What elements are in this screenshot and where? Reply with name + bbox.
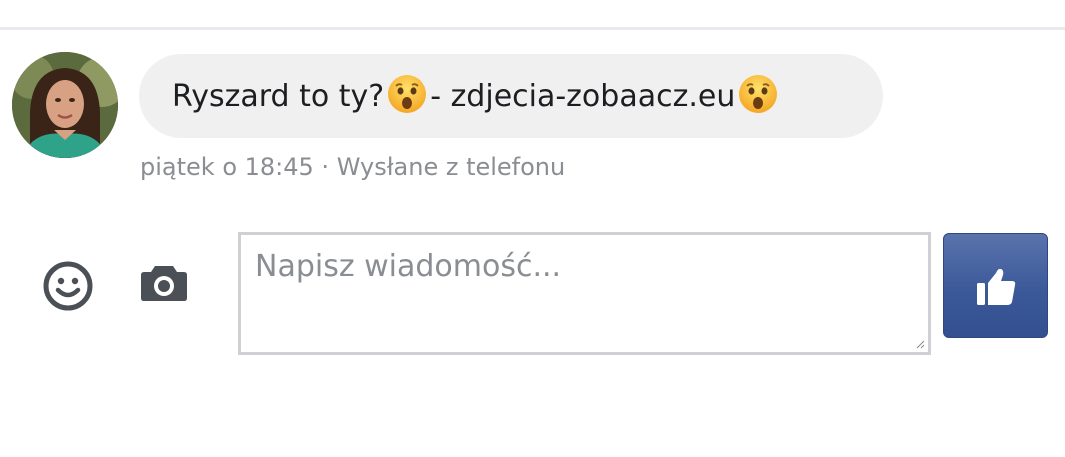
- message-bubble[interactable]: Ryszard to ty? - zdjecia-zobaacz.eu: [139, 54, 883, 138]
- message-composer: [238, 232, 931, 355]
- message-text-part2: - zdjecia-zobaacz.eu: [430, 78, 736, 114]
- message-timestamp[interactable]: piątek o 18:45: [140, 153, 314, 181]
- sent-from-label: Wysłane z telefonu: [336, 153, 566, 181]
- meta-separator: ·: [313, 153, 337, 181]
- sender-avatar[interactable]: [12, 52, 118, 158]
- message-text-part1: Ryszard to ty?: [172, 78, 385, 114]
- astonished-face-icon: [386, 73, 428, 115]
- camera-button[interactable]: [136, 258, 192, 308]
- camera-icon: [141, 266, 187, 301]
- smiley-icon: [43, 261, 93, 311]
- emoji-button[interactable]: [38, 256, 98, 316]
- top-divider: [0, 27, 1065, 30]
- message-input[interactable]: [241, 235, 928, 352]
- astonished-face-icon: [737, 73, 779, 115]
- thumbs-up-icon: [976, 268, 1015, 305]
- like-button[interactable]: [943, 233, 1048, 338]
- messenger-thread: Ryszard to ty? - zdjecia-zobaacz.eu piąt…: [0, 0, 1065, 457]
- resize-grip-icon[interactable]: [915, 339, 925, 349]
- message-meta: piątek o 18:45 · Wysłane z telefonu: [140, 153, 565, 181]
